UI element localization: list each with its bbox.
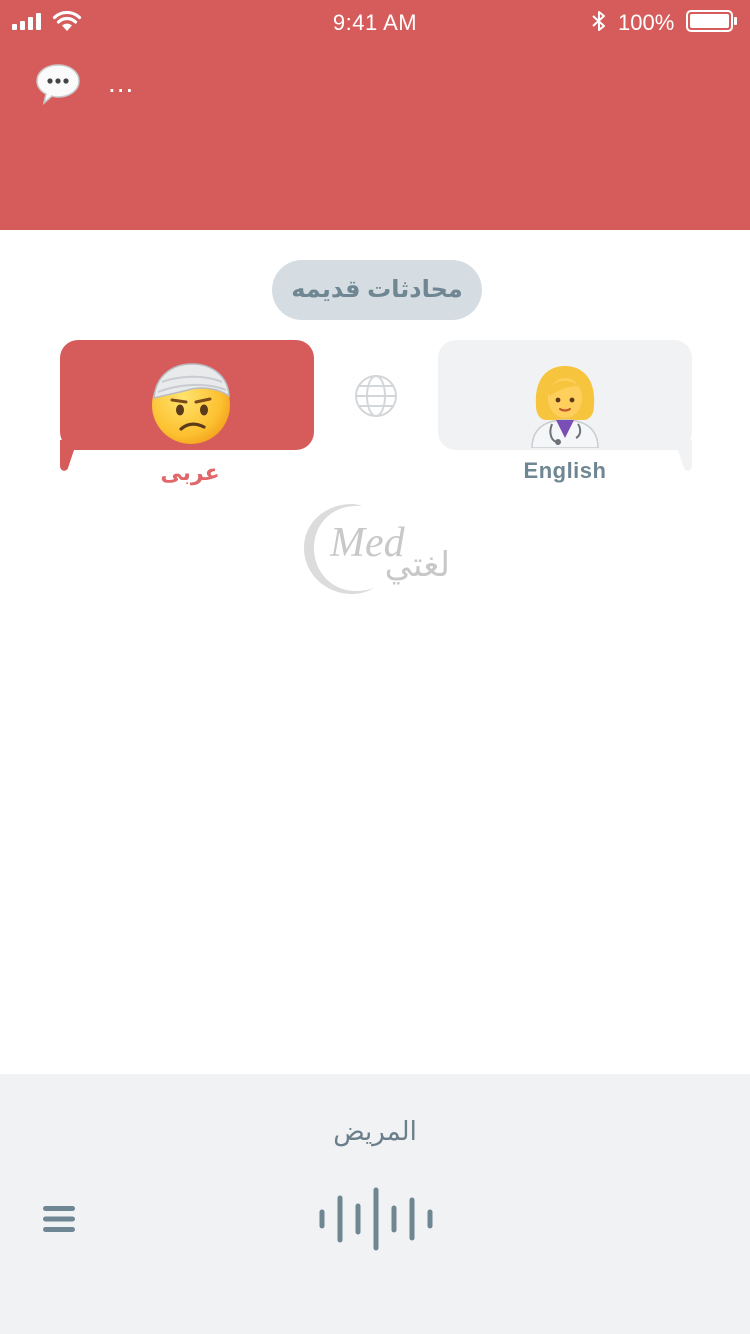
globe-icon[interactable]	[353, 373, 399, 419]
speech-bubble-icon[interactable]	[34, 62, 82, 106]
logo-arabic-text: لغتي	[385, 545, 450, 585]
current-speaker-label: المريض	[333, 1116, 417, 1146]
app-header: 9:41 AM 100% ...	[0, 0, 750, 230]
doctor-language-label: English	[523, 458, 607, 483]
bottom-bar: المريض	[0, 1074, 750, 1334]
face-with-head-bandage-icon	[152, 363, 230, 444]
app-logo: Med لغتي	[304, 504, 450, 594]
battery-percent: 100%	[618, 10, 675, 35]
battery-icon	[686, 10, 737, 32]
voice-waveform-icon[interactable]	[316, 1186, 436, 1252]
more-options-button[interactable]: ...	[108, 68, 134, 98]
woman-health-worker-icon	[531, 366, 599, 448]
old-conversations-button[interactable]: محادثات قديمه	[272, 260, 482, 320]
status-bar: 9:41 AM 100%	[0, 0, 750, 44]
bluetooth-icon	[592, 11, 605, 31]
patient-language-label: عربى	[160, 460, 220, 485]
hamburger-menu-icon[interactable]	[42, 1204, 76, 1234]
